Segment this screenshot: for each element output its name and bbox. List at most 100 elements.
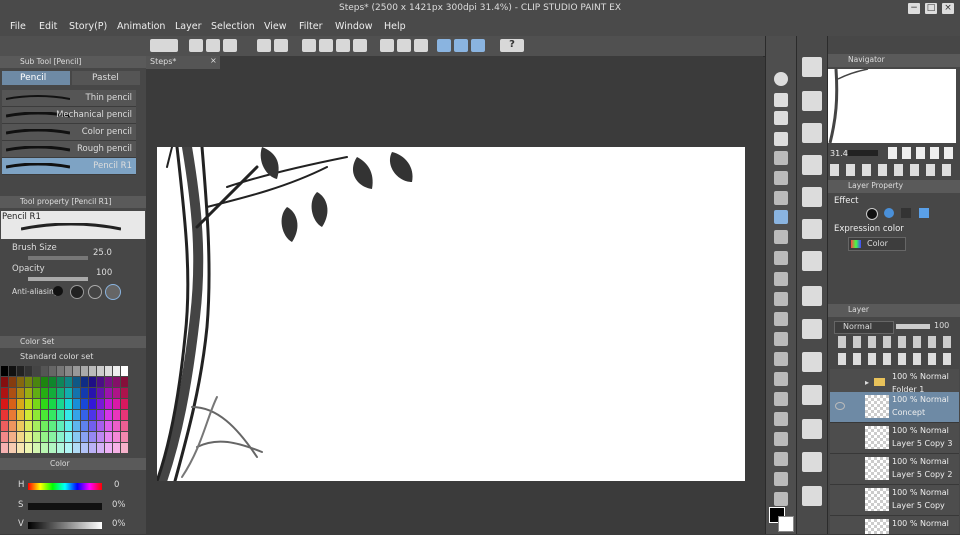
antialias-strong-icon[interactable] [105, 284, 121, 300]
color-swatch[interactable] [73, 443, 80, 453]
color-swatch[interactable] [73, 366, 80, 376]
color-swatch[interactable] [97, 377, 104, 387]
color-swatch[interactable] [89, 443, 96, 453]
canvas-tab[interactable]: Steps* × [146, 56, 220, 69]
tab-pencil[interactable]: Pencil [2, 71, 70, 85]
color-swatch[interactable] [33, 399, 40, 409]
color-swatch[interactable] [81, 421, 88, 431]
layer-row-copy3[interactable]: 100 % Normal Layer 5 Copy 3 [830, 423, 959, 454]
color-swatch[interactable] [65, 443, 72, 453]
color-swatch[interactable] [41, 432, 48, 442]
brush-thin-pencil[interactable]: Thin pencil [2, 90, 136, 107]
menu-selection[interactable]: Selection [211, 21, 255, 32]
color-swatch[interactable] [41, 399, 48, 409]
color-swatch[interactable] [73, 388, 80, 398]
layer-opacity-value[interactable]: 100 [934, 321, 949, 330]
clear-icon[interactable] [302, 39, 316, 52]
color-swatch[interactable] [1, 366, 8, 376]
color-swatch[interactable] [81, 443, 88, 453]
color-swatch[interactable] [33, 388, 40, 398]
pencil-tool-icon[interactable] [774, 230, 788, 244]
color-swatch[interactable] [25, 421, 32, 431]
menu-layer[interactable]: Layer [175, 21, 202, 32]
navigator-buttons[interactable] [888, 147, 958, 159]
opacity-value[interactable]: 100 [96, 268, 112, 278]
color-swatch[interactable] [89, 366, 96, 376]
color-swatch[interactable] [65, 421, 72, 431]
color-swatch[interactable] [1, 432, 8, 442]
transform-icon[interactable] [353, 39, 367, 52]
color-swatch[interactable] [89, 388, 96, 398]
color-swatch[interactable] [33, 443, 40, 453]
minimize-button[interactable]: − [908, 3, 920, 14]
brush-tool-icon[interactable] [774, 251, 788, 265]
color-swatch[interactable] [89, 399, 96, 409]
color-swatch[interactable] [57, 443, 64, 453]
brush-color-pencil[interactable]: Color pencil [2, 124, 136, 141]
brush-rough-pencil[interactable]: Rough pencil [2, 141, 136, 158]
color-swatch[interactable] [41, 366, 48, 376]
color-swatch[interactable] [25, 443, 32, 453]
color-swatch[interactable] [1, 377, 8, 387]
color-swatch[interactable] [113, 421, 120, 431]
color-swatch[interactable] [121, 377, 128, 387]
layer-tools-row2[interactable] [838, 353, 958, 365]
color-swatch[interactable] [41, 443, 48, 453]
color-swatch[interactable] [41, 377, 48, 387]
color-swatch[interactable] [97, 388, 104, 398]
color-history-icon[interactable] [802, 187, 822, 207]
color-swatch[interactable] [9, 421, 16, 431]
color-swatch[interactable] [25, 377, 32, 387]
color-swatch[interactable] [105, 421, 112, 431]
figure-tool-icon[interactable] [774, 392, 788, 406]
color-swatch[interactable] [97, 432, 104, 442]
color-swatch[interactable] [73, 432, 80, 442]
color-swatch[interactable] [25, 399, 32, 409]
antialias-medium-icon[interactable] [88, 285, 102, 299]
timeline-icon[interactable] [802, 385, 822, 405]
gradient-tool-icon[interactable] [774, 372, 788, 386]
zoom-tool-icon[interactable] [774, 72, 788, 86]
color-swatch[interactable] [17, 399, 24, 409]
color-swatch[interactable] [9, 399, 16, 409]
saturation-slider[interactable] [28, 503, 102, 510]
color-swatch[interactable] [9, 432, 16, 442]
color-swatch[interactable] [105, 443, 112, 453]
color-swatch[interactable] [1, 443, 8, 453]
layer-adjust-icon[interactable] [802, 91, 822, 111]
color-swatch[interactable] [89, 421, 96, 431]
color-swatch[interactable] [121, 443, 128, 453]
clip-studio-icon[interactable] [150, 39, 178, 52]
color-swatch[interactable] [41, 410, 48, 420]
menu-window[interactable]: Window [335, 21, 372, 32]
redo-icon[interactable] [274, 39, 288, 52]
antialias-none-icon[interactable] [53, 286, 63, 296]
color-swatch[interactable] [9, 388, 16, 398]
maximize-button[interactable]: □ [925, 3, 937, 14]
ruler-tool-icon[interactable] [774, 432, 788, 446]
color-swatch[interactable] [105, 377, 112, 387]
sub-view-icon[interactable] [802, 452, 822, 472]
text-tool-icon[interactable] [774, 452, 788, 466]
color-swatch[interactable] [17, 421, 24, 431]
border-effect-icon[interactable] [866, 208, 878, 220]
color-swatch[interactable] [33, 366, 40, 376]
color-swatch[interactable] [97, 399, 104, 409]
color-swatch[interactable] [89, 410, 96, 420]
brush-mechanical-pencil[interactable]: Mechanical pencil [2, 107, 136, 124]
color-swatch[interactable] [65, 366, 72, 376]
blend-mode-select[interactable]: Normal [834, 321, 894, 334]
color-swatch[interactable] [97, 443, 104, 453]
color-swatch[interactable] [9, 366, 16, 376]
hue-value[interactable]: 0 [114, 480, 119, 490]
frame-tool-icon[interactable] [774, 412, 788, 426]
operation-tool-icon[interactable] [774, 111, 788, 125]
tab-pastel[interactable]: Pastel [72, 71, 140, 85]
value-slider[interactable] [28, 522, 102, 529]
color-swatch[interactable] [41, 421, 48, 431]
color-swatch[interactable] [49, 443, 56, 453]
color-wheel-icon[interactable] [802, 219, 822, 239]
color-swatch[interactable] [105, 366, 112, 376]
selection-tool-icon[interactable] [774, 151, 788, 165]
menu-filter[interactable]: Filter [299, 21, 323, 32]
